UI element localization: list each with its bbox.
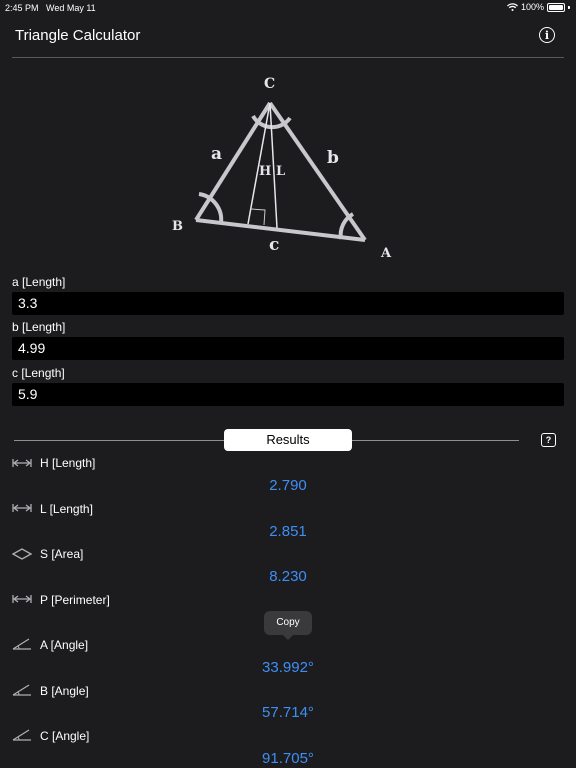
side-label-c: c xyxy=(269,235,279,255)
result-label-a: A [Angle] xyxy=(40,638,89,652)
help-icon[interactable]: ? xyxy=(541,433,556,447)
result-value-c[interactable]: 91.705° xyxy=(0,750,576,767)
length-icon xyxy=(12,595,32,603)
info-icon[interactable]: i xyxy=(539,27,555,43)
result-label-c: C [Angle] xyxy=(40,729,90,743)
side-label-b: b xyxy=(327,148,339,168)
result-label-p: P [Perimeter] xyxy=(40,593,110,607)
length-icon xyxy=(12,459,32,467)
status-time: 2:45 PM xyxy=(5,3,39,13)
results-divider-left xyxy=(14,440,224,441)
field-label-b: b [Length] xyxy=(12,320,66,334)
battery-icon xyxy=(547,2,565,12)
nav-divider xyxy=(12,57,564,58)
side-b-input[interactable]: 4.99 xyxy=(12,337,564,360)
length-icon xyxy=(12,504,32,512)
battery-percent: 100% xyxy=(520,2,544,12)
side-label-a: a xyxy=(211,144,222,164)
wifi-icon xyxy=(507,3,518,11)
result-value-h[interactable]: 2.790 xyxy=(0,477,576,494)
height-label: H xyxy=(259,164,271,179)
side-a-input[interactable]: 3.3 xyxy=(12,292,564,315)
result-value-l[interactable]: 2.851 xyxy=(0,523,576,540)
triangle-diagram: C B A a b c H L xyxy=(172,76,392,261)
status-bar: 2:45 PM Wed May 11 100% xyxy=(0,0,576,16)
copy-tooltip[interactable]: Copy xyxy=(264,611,312,640)
result-value-s[interactable]: 8.230 xyxy=(0,568,576,585)
vertex-label-b: B xyxy=(172,219,183,234)
angle-icon xyxy=(12,729,31,741)
vertex-label-a: A xyxy=(380,246,392,261)
field-label-c: c [Length] xyxy=(12,366,65,380)
vertex-label-c: C xyxy=(264,76,275,92)
status-right: 100% xyxy=(507,2,570,12)
page-title: Triangle Calculator xyxy=(15,27,141,44)
angle-icon xyxy=(12,684,31,696)
result-label-l: L [Length] xyxy=(40,502,93,516)
result-value-b[interactable]: 57.714° xyxy=(0,704,576,721)
status-date: Wed May 11 xyxy=(46,3,96,13)
result-value-a[interactable]: 33.992° xyxy=(0,659,576,676)
results-header: Results xyxy=(224,429,352,451)
result-label-h: H [Length] xyxy=(40,456,96,470)
result-label-b: B [Angle] xyxy=(40,684,89,698)
battery-tip xyxy=(568,5,570,9)
side-c-input[interactable]: 5.9 xyxy=(12,383,564,406)
results-divider-right xyxy=(352,440,519,441)
bisector-label: L xyxy=(276,164,285,179)
field-label-a: a [Length] xyxy=(12,275,66,289)
angle-icon xyxy=(12,638,31,650)
area-icon xyxy=(12,548,32,560)
result-label-s: S [Area] xyxy=(40,547,84,561)
